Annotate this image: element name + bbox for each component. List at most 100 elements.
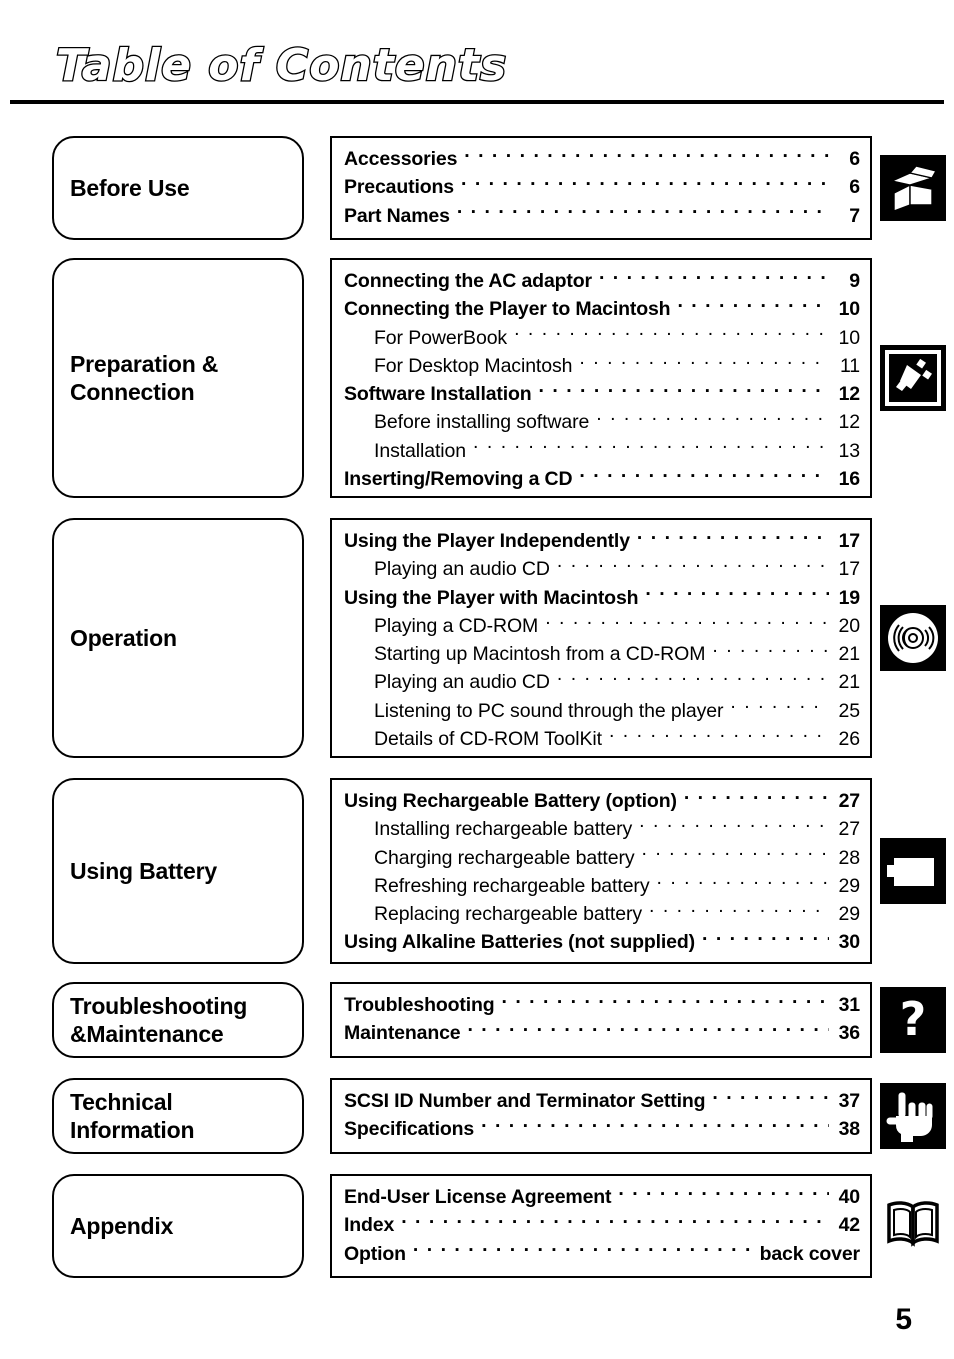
section-label-5: Troubleshooting &Maintenance	[52, 982, 304, 1058]
toc-entry[interactable]: SCSI ID Number and Terminator Setting 37	[344, 1087, 860, 1115]
toc-entry-title: Installation	[374, 439, 467, 462]
dot-leader	[702, 929, 829, 949]
toc-entry-title: Charging rechargeable battery	[374, 846, 635, 869]
dot-leader	[645, 584, 829, 604]
toc-entry[interactable]: Details of CD-ROM ToolKit 26	[344, 725, 860, 753]
toc-entry[interactable]: Replacing rechargeable battery 29	[344, 900, 860, 928]
dot-leader	[712, 1088, 829, 1108]
toc-entry[interactable]: Maintenance 36	[344, 1019, 860, 1047]
dot-leader	[712, 641, 829, 661]
dot-leader	[473, 437, 829, 457]
toc-entry-title: Inserting/Removing a CD	[344, 468, 573, 491]
dot-leader	[677, 296, 829, 316]
power-plug-icon	[880, 345, 946, 411]
toc-entry[interactable]: Index 42	[344, 1211, 860, 1239]
toc-entry-title: Connecting the AC adaptor	[344, 270, 592, 292]
toc-entry-page: 29	[838, 903, 861, 926]
toc-entry[interactable]: Playing an audio CD 17	[344, 555, 860, 583]
section-label-3: Operation	[52, 518, 304, 758]
toc-entry[interactable]: Software Installation 12	[344, 380, 860, 408]
toc-entry-page: 10	[838, 298, 861, 321]
dot-leader	[539, 381, 829, 401]
toc-entry[interactable]: Charging rechargeable battery 28	[344, 844, 860, 872]
toc-entry[interactable]: Installation 13	[344, 437, 860, 465]
toc-entry[interactable]: Inserting/Removing a CD 16	[344, 465, 860, 493]
toc-entry[interactable]: Playing an audio CD 21	[344, 668, 860, 696]
section-label-text: Operation	[70, 624, 177, 651]
section-entries-6: SCSI ID Number and Terminator Setting37S…	[330, 1078, 872, 1154]
toc-entry-title: Refreshing rechargeable battery	[374, 874, 650, 897]
toc-entry[interactable]: Using the Player Independently 17	[344, 527, 860, 555]
dot-leader	[514, 324, 829, 344]
toc-entry[interactable]: Connecting the AC adaptor 9	[344, 267, 860, 295]
page-number: 5	[895, 1303, 912, 1336]
toc-entry[interactable]: Installing rechargeable battery 27	[344, 815, 860, 843]
toc-entry[interactable]: For PowerBook 10	[344, 324, 860, 352]
pointing-hand-icon	[880, 1083, 946, 1149]
toc-entry-title: Specifications	[344, 1118, 475, 1141]
toc-entry[interactable]: Part Names 7	[344, 202, 860, 230]
toc-entry-page: 37	[838, 1090, 861, 1112]
dot-leader	[557, 669, 829, 689]
section-entries-2: Connecting the AC adaptor9Connecting the…	[330, 258, 872, 498]
page-header: Table of Contents	[0, 0, 954, 104]
toc-entry[interactable]: Using the Player with Macintosh 19	[344, 584, 860, 612]
dot-leader	[467, 1020, 829, 1040]
toc-entry[interactable]: End-User License Agreement 40	[344, 1183, 860, 1211]
dot-leader	[545, 612, 829, 632]
section-label-text: Preparation & Connection	[70, 350, 219, 405]
toc-entry-page: 19	[838, 586, 861, 609]
toc-entry-title: Playing a CD-ROM	[374, 614, 539, 637]
header-divider	[10, 100, 944, 104]
section-label-7: Appendix	[52, 1174, 304, 1278]
dot-leader	[481, 1116, 829, 1136]
section-entries-5: Troubleshooting 31 Maintenance 36	[330, 982, 872, 1058]
section-label-text: Troubleshooting &Maintenance	[70, 992, 248, 1047]
toc-entry-title: Maintenance	[344, 1022, 461, 1045]
toc-entry[interactable]: Specifications 38	[344, 1115, 860, 1143]
toc-entry[interactable]: Refreshing rechargeable battery 29	[344, 872, 860, 900]
toc-entry[interactable]: Using Alkaline Batteries (not supplied) 3…	[344, 928, 860, 956]
toc-entry-page: 30	[838, 931, 861, 954]
toc-entry[interactable]: Before installing software 12	[344, 408, 860, 436]
toc-entry-page: 17	[838, 558, 861, 581]
question-mark-icon: ?	[880, 987, 946, 1053]
toc-entry-page: 36	[838, 1022, 861, 1045]
toc-entry-page: 25	[838, 699, 861, 722]
toc-entry-page: 10	[838, 326, 861, 349]
dot-leader	[599, 268, 829, 288]
battery-icon	[880, 838, 946, 904]
section-label-6: Technical Information	[52, 1078, 304, 1154]
svg-text:?: ?	[900, 992, 927, 1046]
toc-entry[interactable]: Playing a CD-ROM 20	[344, 612, 860, 640]
toc-entry[interactable]: Option back cover	[344, 1240, 860, 1268]
section-entries-4: Using Rechargeable Battery (option)27Ins…	[330, 778, 872, 964]
toc-entry[interactable]: For Desktop Macintosh 11	[344, 352, 860, 380]
toc-entry-title: Option	[344, 1242, 406, 1265]
toc-entry-page: 26	[838, 728, 861, 751]
toc-entry-page: 7	[849, 204, 860, 227]
toc-entry-title: Before installing software	[374, 411, 590, 434]
toc-entry-title: Index	[344, 1214, 395, 1237]
toc-entry-page: 38	[838, 1118, 861, 1141]
toc-entry-page: 16	[838, 468, 861, 491]
toc-entry[interactable]: Accessories 6	[344, 145, 860, 173]
toc-entry-page: 42	[838, 1214, 861, 1237]
toc-entry[interactable]: Using Rechargeable Battery (option) 27	[344, 787, 860, 815]
toc-entry-title: Details of CD-ROM ToolKit	[374, 728, 602, 751]
toc-entry-page: 11	[839, 354, 860, 377]
toc-entry[interactable]: Connecting the Player to Macintosh 10	[344, 295, 860, 323]
toc-entry[interactable]: Listening to PC sound through the player…	[344, 697, 860, 725]
toc-entry-page: 21	[838, 671, 861, 694]
toc-entry-page: 9	[849, 270, 860, 292]
dot-leader	[656, 872, 829, 892]
toc-entry-page: 21	[838, 643, 861, 666]
toc-entry[interactable]: Troubleshooting 31	[344, 991, 860, 1019]
compact-disc-icon	[880, 605, 946, 671]
toc-entry-page: 40	[838, 1186, 861, 1208]
toc-entry[interactable]: Precautions 6	[344, 173, 860, 201]
dot-leader	[461, 174, 829, 194]
section-entries-7: End-User License Agreement 40 Index 42 Optio…	[330, 1174, 872, 1278]
toc-entry[interactable]: Starting up Macintosh from a CD-ROM 21	[344, 640, 860, 668]
toc-entry-title: Using the Player with Macintosh	[344, 586, 639, 609]
